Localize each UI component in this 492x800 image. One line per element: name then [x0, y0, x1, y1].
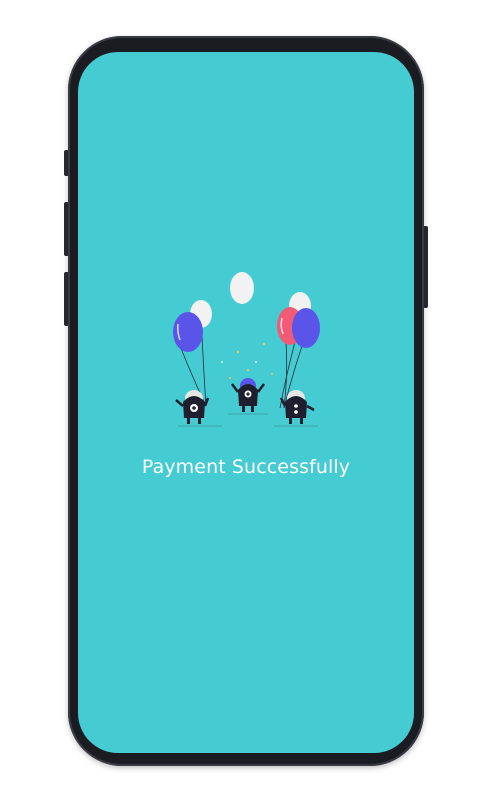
- payment-success-message: Payment Successfully: [141, 456, 351, 478]
- device-mockup: Payment Successfully: [0, 0, 492, 800]
- celebration-balloons-icon: [173, 272, 320, 427]
- payment-success-screen: Payment Successfully: [78, 52, 414, 753]
